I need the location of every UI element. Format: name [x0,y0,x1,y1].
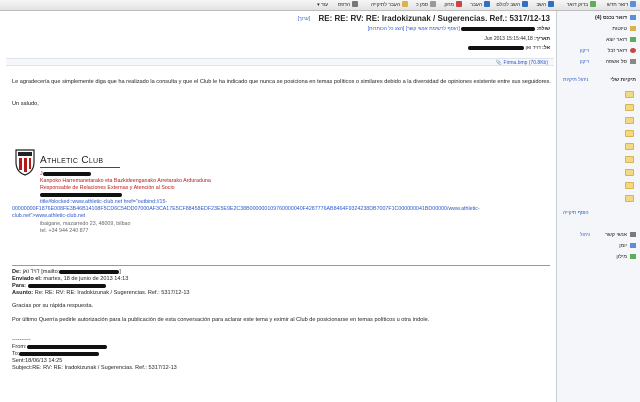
signature-tel: tel. +34 944 240 877 [40,228,89,234]
signature-dept-es: Responsable de Relaciones Externas y Ate… [40,185,175,191]
delete-icon [456,1,462,7]
new-mail-icon [630,1,636,7]
manage-folders-link[interactable]: ניהול תיקיות [563,77,588,83]
signature-dept-eu: Kanpoko Harremanetarako eta Bazkideengan… [40,178,211,184]
club-name: Athletic Club [40,155,104,166]
show-headers-link[interactable]: [הצג כל הכותרות] [368,26,405,32]
delete-button[interactable]: מחק [444,1,462,10]
add-folder-link[interactable]: הוסף תיקייה [563,210,589,216]
check-mail-button[interactable]: בדוק דואר [567,1,596,10]
date-value: Jun 2013 15:15:44,18 [484,36,533,42]
forward-button[interactable]: העבר [470,1,490,10]
signature-url-line2[interactable]: 00000000F1876E008FE3B46B14108F5CD6C54DD0… [12,206,480,213]
my-folders-heading: תיקיות שלי [610,77,636,83]
signature-rule [40,167,120,168]
mark-as-button[interactable]: סמן כ [416,1,436,10]
redacted-email [40,192,122,197]
folder-sidebar: דואר נכנס (4) טיוטות דואר יוצא דואר זבל ר… [556,11,640,402]
print-button[interactable]: הדפס [338,1,358,10]
contacts-icon [630,231,636,237]
new-mail-button[interactable]: דואר חדש [607,1,636,10]
signature-address: ibaigane, mazarredo 23, 48009, bilbao [40,221,131,227]
sidebar-item-trash[interactable]: סל אשפה ריקון [560,58,636,67]
quoted2-from: From: [12,344,552,351]
date-line: תאריך: Jun 2013 15:15:44,18 [484,36,550,42]
add-contact-link[interactable]: [הוסף לרשימת אנשי קשר] [406,26,460,32]
message-subject: RE: RE: RV: RE: Iradokizunak / Sugerenci… [318,14,551,23]
manage-contacts-link[interactable]: ניהול [580,231,590,240]
signature-url-line1[interactable]: title#blocked::www.athletic-club.net hre… [40,199,167,206]
empty-trash-link[interactable]: ריקון [580,58,589,67]
reply-button[interactable]: השב [536,1,554,10]
sidebar-item-inbox[interactable]: דואר נכנס (4) [560,14,636,23]
redacted-from [59,269,120,274]
body-paragraph: Le agradecería que simplemente diga que … [12,79,551,85]
redacted-to2 [19,351,100,356]
edit-link[interactable]: [ערוך] [298,16,310,22]
from-line: שולח: [הוסף לרשימת אנשי קשר] [הצג כל הכו… [367,26,550,32]
inbox-icon [630,14,636,20]
folder-icon[interactable] [625,130,634,137]
quoted2-subject: Subject:RE: RV: RE: Iradokizunak / Suger… [12,365,177,371]
body-greeting: Un saludo, [12,101,39,107]
to-line: אל: דויד ואן [468,45,550,51]
signature-name: J [40,171,91,178]
folder-icon[interactable] [625,104,634,111]
club-logo-icon [15,149,35,176]
reply-all-button[interactable]: השב לכולם [496,1,528,10]
sidebar-item-sent[interactable]: דואר יוצא [560,36,636,45]
quoted-paragraph2: Por último Querría pedirle autorización … [12,317,430,323]
folder-icon[interactable] [625,195,634,202]
more-button[interactable]: עוד ▾ [317,1,328,10]
sidebar-item-contacts[interactable]: אנשי קשר ניהול [560,231,636,240]
toolbar: דואר חדש בדוק דואר השב השב לכולם העבר מח… [0,0,640,11]
quoted-sent: Enviado el: martes, 18 de junio de 2013 … [12,276,129,282]
redacted-name [42,171,91,176]
check-mail-icon [590,1,596,7]
redacted-recipient [468,45,525,50]
move-to-folder-button[interactable]: העבר לתיקייה [371,1,408,10]
attachment-bar: 📎 Firma.bmp (70.8Kb) [6,58,554,66]
sidebar-item-spam[interactable]: דואר זבל ריקון [560,47,636,56]
redacted-to [27,283,106,288]
quote-separator [12,265,550,266]
quoted-paragraph1: Gracias por su rápida respuesta. [12,303,94,309]
folder-icon[interactable] [625,91,634,98]
folder-icon[interactable] [625,117,634,124]
message-pane: RE: RE: RV: RE: Iradokizunak / Sugerenci… [0,11,556,402]
reply-all-icon [522,1,528,7]
quoted-dashes: ---------- [12,337,31,343]
spam-icon [630,47,636,53]
forward-icon [484,1,490,7]
paperclip-icon: 📎 [495,60,503,66]
sidebar-item-dictionary[interactable]: מילון [560,253,636,262]
sidebar-item-calendar[interactable]: יומן [560,242,636,251]
quoted-from: De: דויד ואן [mailto:] [12,269,121,275]
quoted2-to: To: [12,351,552,358]
empty-spam-link[interactable]: ריקון [580,47,589,56]
sent-icon [630,36,636,42]
sidebar-item-drafts[interactable]: טיוטות [560,25,636,34]
move-folder-icon [402,1,408,7]
reply-icon [548,1,554,7]
drafts-icon [630,25,636,31]
redacted-sender [461,26,536,31]
trash-icon [630,58,636,64]
folder-icon[interactable] [625,182,634,189]
redacted-from2 [26,344,107,349]
to-value: דויד ואן [525,45,541,51]
quoted-subject: Asunto: Re: RE: RV: RE: Iradokizunak / S… [12,290,190,296]
dictionary-icon [630,253,636,259]
quoted2-sent: Sent:18/06/13 14:25 [12,358,63,364]
folder-icon[interactable] [625,156,634,163]
folder-icon[interactable] [625,169,634,176]
attachment-link[interactable]: 📎 Firma.bmp (70.8Kb) [496,60,548,66]
mark-icon [430,1,436,7]
signature-url-line3[interactable]: club.net">www.athletic-club.net [12,213,85,220]
calendar-icon [630,242,636,248]
folder-icon[interactable] [625,143,634,150]
quoted-to: Para: [12,283,552,290]
print-icon [352,1,358,7]
signature-email-line [40,192,122,199]
